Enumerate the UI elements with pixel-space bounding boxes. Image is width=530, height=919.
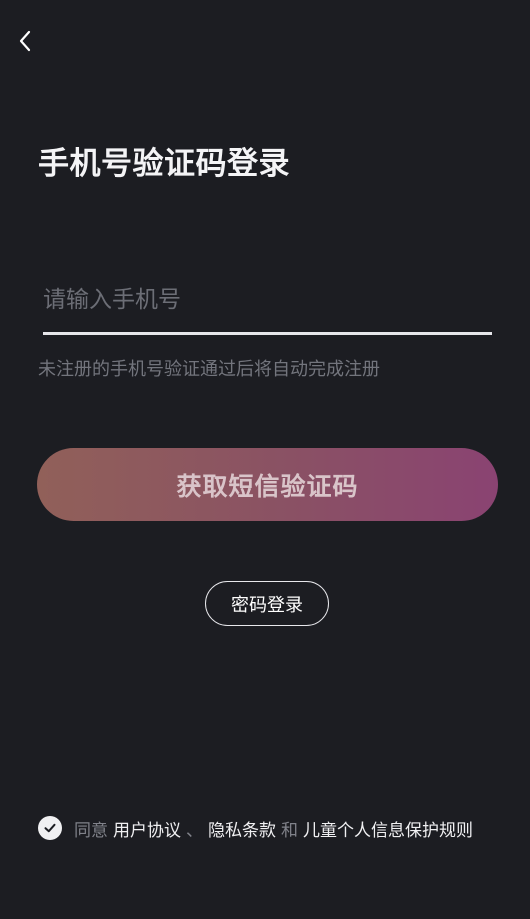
input-underline — [43, 332, 492, 335]
back-button[interactable] — [8, 24, 42, 58]
chevron-left-icon — [19, 30, 31, 52]
get-sms-code-button[interactable]: 获取短信验证码 — [37, 448, 498, 521]
page-title: 手机号验证码登录 — [38, 146, 290, 182]
child-privacy-link[interactable]: 儿童个人信息保护规则 — [303, 816, 473, 841]
agreement-prefix: 同意 — [74, 820, 108, 841]
password-login-button[interactable]: 密码登录 — [205, 581, 329, 626]
agreement-row: 同意 用户协议 、 隐私条款 和 儿童个人信息保护规则 — [38, 815, 473, 841]
agreement-separator: 、 — [186, 820, 203, 841]
user-agreement-link[interactable]: 用户协议 — [113, 816, 181, 841]
agreement-checkbox[interactable] — [38, 816, 62, 840]
check-circle-icon — [44, 823, 56, 833]
agreement-conjunction: 和 — [281, 820, 298, 841]
privacy-terms-link[interactable]: 隐私条款 — [208, 816, 276, 841]
registration-hint: 未注册的手机号验证通过后将自动完成注册 — [38, 359, 380, 380]
phone-number-input[interactable] — [43, 274, 491, 326]
